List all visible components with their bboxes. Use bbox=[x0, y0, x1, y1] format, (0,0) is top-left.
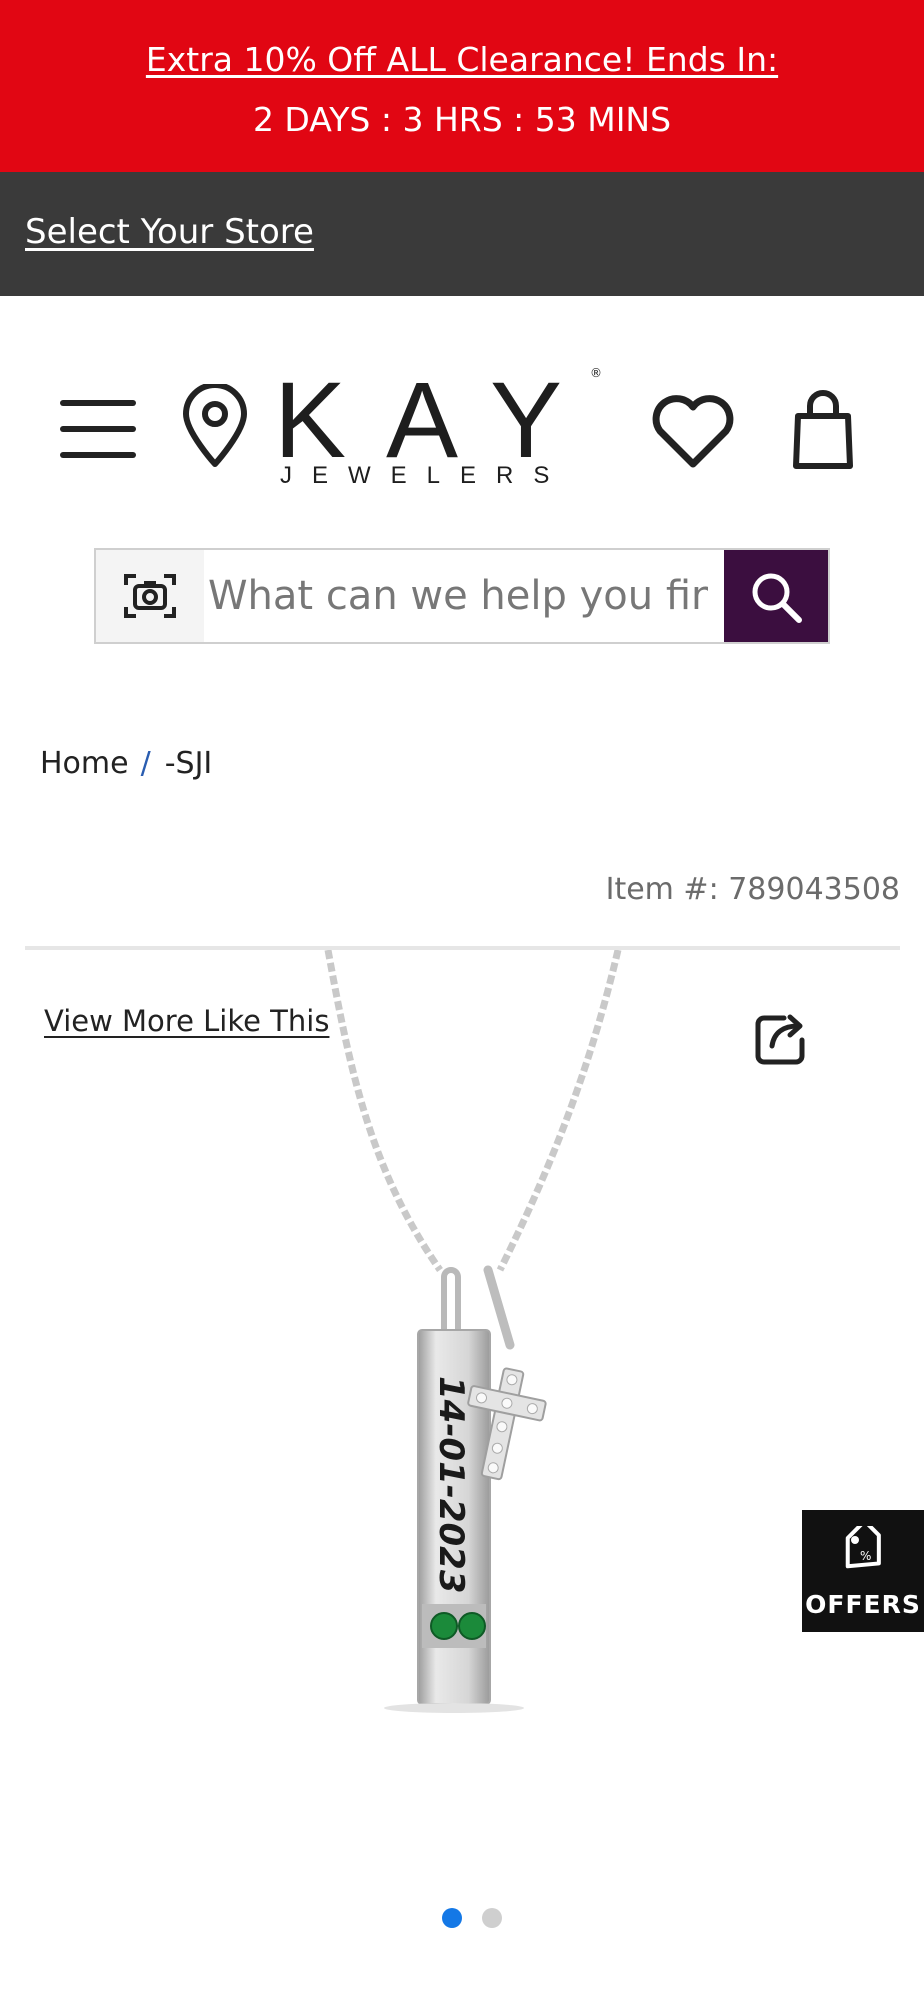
offers-tab[interactable]: % OFFERS bbox=[802, 1510, 924, 1632]
view-more-like-this-link[interactable]: View More Like This bbox=[44, 1004, 329, 1038]
necklace-chain-left bbox=[324, 950, 443, 1273]
product-image[interactable]: 14-01-2023 bbox=[300, 950, 640, 1730]
search-input[interactable] bbox=[208, 550, 708, 642]
logo-wordmark: KAY bbox=[274, 359, 603, 480]
select-store-link[interactable]: Select Your Store bbox=[25, 212, 314, 252]
kay-logo[interactable]: KAY ® JEWELERS bbox=[274, 366, 604, 501]
visual-search-button[interactable] bbox=[96, 550, 204, 642]
breadcrumb-home[interactable]: Home bbox=[40, 746, 129, 781]
gem-left bbox=[430, 1612, 458, 1640]
site-header: KAY ® JEWELERS bbox=[0, 296, 924, 536]
carousel-dot[interactable] bbox=[482, 1908, 502, 1928]
breadcrumb-current: -SJI bbox=[164, 746, 213, 781]
gem-right bbox=[458, 1612, 486, 1640]
menu-icon[interactable] bbox=[60, 394, 136, 464]
search-button[interactable] bbox=[724, 550, 828, 642]
promo-banner: Extra 10% Off ALL Clearance! Ends In: 2 … bbox=[0, 0, 924, 172]
offers-label: OFFERS bbox=[805, 1590, 921, 1619]
camera-search-icon bbox=[124, 574, 176, 618]
search-bar bbox=[94, 548, 830, 644]
share-icon[interactable] bbox=[754, 1012, 808, 1066]
promo-countdown: 2 DAYS : 3 HRS : 53 MINS bbox=[252, 100, 672, 139]
breadcrumb: Home / -SJI bbox=[40, 746, 212, 781]
store-bar: Select Your Store bbox=[0, 172, 924, 296]
price-tag-icon: % bbox=[845, 1526, 881, 1569]
search-icon bbox=[752, 573, 802, 623]
pendant-engraving: 14-01-2023 bbox=[431, 1376, 471, 1593]
location-pin-icon[interactable] bbox=[182, 384, 248, 468]
breadcrumb-separator: / bbox=[140, 746, 151, 781]
logo-subtitle: JEWELERS bbox=[280, 462, 570, 489]
item-number: Item #: 789043508 bbox=[605, 872, 900, 907]
necklace-chain-right bbox=[496, 950, 622, 1272]
carousel-dot-active[interactable] bbox=[442, 1908, 462, 1928]
heart-icon[interactable] bbox=[650, 394, 736, 470]
logo-registered-mark: ® bbox=[590, 366, 602, 380]
promo-headline-link[interactable]: Extra 10% Off ALL Clearance! Ends In: bbox=[0, 40, 924, 79]
product-gallery[interactable]: View More Like This 14-01-2023 bbox=[0, 950, 924, 1910]
svg-text:%: % bbox=[860, 1549, 871, 1563]
carousel-indicator bbox=[442, 1908, 522, 1932]
shopping-bag-icon[interactable] bbox=[790, 388, 856, 470]
